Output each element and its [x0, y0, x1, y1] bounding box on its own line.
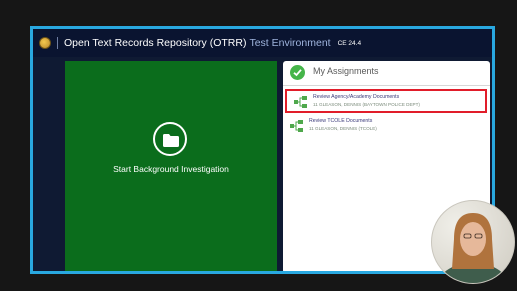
- assignments-title: My Assignments: [313, 66, 379, 76]
- assignment-title: Review TCOLE Documents: [309, 118, 373, 124]
- environment-label: Test Environment: [249, 37, 331, 49]
- assignment-subtitle: 11 GLEASON, DENNIS (TCOLE): [309, 126, 377, 131]
- app-header: Open Text Records Repository (OTRR) Test…: [33, 29, 492, 57]
- check-icon: [290, 65, 305, 80]
- tree-icon: [294, 96, 307, 108]
- assignment-item[interactable]: Review Agency/Academy Documents 11 GLEAS…: [285, 89, 487, 113]
- start-background-investigation-tile[interactable]: Start Background Investigation: [65, 61, 277, 271]
- folder-icon: [163, 134, 179, 147]
- tree-icon: [290, 120, 303, 132]
- version-label: CE 24.4: [337, 39, 362, 47]
- assignments-header: My Assignments: [283, 61, 490, 86]
- app-window: Open Text Records Repository (OTRR) Test…: [30, 26, 495, 274]
- assignment-subtitle: 11 GLEASON, DENNIS (BAYTOWN POLICE DEPT): [313, 102, 420, 107]
- header-divider: [57, 37, 58, 49]
- assignment-item[interactable]: Review TCOLE Documents 11 GLEASON, DENNI…: [283, 115, 490, 139]
- app-title: Open Text Records Repository (OTRR): [64, 37, 247, 49]
- folder-button[interactable]: [153, 122, 187, 156]
- assignment-title: Review Agency/Academy Documents: [313, 94, 400, 100]
- logo-icon: [39, 37, 51, 49]
- start-label: Start Background Investigation: [113, 164, 229, 174]
- presenter-webcam: [431, 200, 515, 284]
